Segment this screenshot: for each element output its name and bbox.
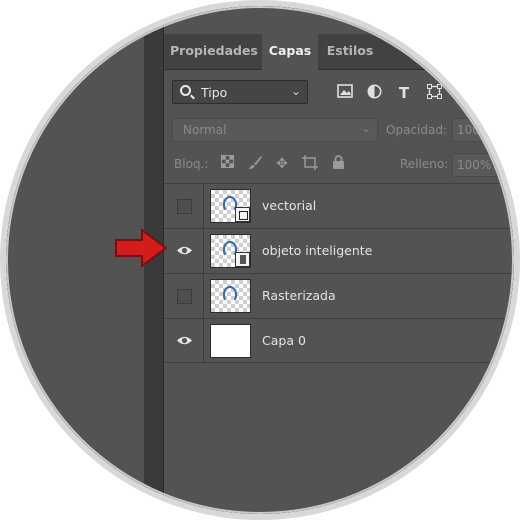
tab-propiedades[interactable]: Propiedades [170,34,258,70]
chevron-down-icon: ⌄ [290,84,301,98]
search-icon [180,85,191,96]
visibility-toggle[interactable] [164,274,204,318]
fill-value: 100% [457,158,492,172]
layer-list: vectorial objeto inteligente Rasterizada [164,183,514,363]
layer-row-objeto-inteligente[interactable]: objeto inteligente [164,228,514,273]
opacity-field[interactable]: 100 [452,118,514,142]
lock-brush-icon[interactable] [246,155,264,173]
layer-thumbnail [210,234,251,268]
layer-name: objeto inteligente [262,243,373,258]
layer-name: vectorial [262,198,317,213]
tab-estilos[interactable]: Estilos [324,34,376,70]
lock-label: Bloq.: [174,157,209,171]
shape-filter-icon[interactable] [425,84,443,102]
type-filter-icon[interactable]: T [395,84,413,102]
fill-label: Relleno: [400,157,449,171]
eye-icon [177,246,192,255]
red-arrow-annotation-icon [115,229,167,267]
layer-name: Rasterizada [262,288,336,303]
layer-row-capa-0[interactable]: Capa 0 [164,318,514,363]
chevron-down-icon: ⌄ [361,122,371,135]
tab-capas[interactable]: Capas [262,34,318,71]
smart-object-badge-icon [235,252,250,267]
lock-transparent-icon[interactable] [218,155,236,173]
eye-icon [177,336,192,345]
filter-kind-label: Tipo [201,85,228,100]
visibility-toggle[interactable] [164,229,204,273]
lock-all-icon[interactable] [329,155,347,173]
layer-row-vectorial[interactable]: vectorial [164,183,514,228]
image-filter-icon[interactable] [336,84,354,102]
blend-mode-value: Normal [183,123,227,137]
adjustment-filter-icon[interactable] [365,84,383,102]
opacity-value: 100 [457,123,480,137]
panel-tab-bar: Propiedades Capas Estilos [164,34,514,71]
layer-thumbnail [210,324,251,358]
blend-mode-select[interactable]: Normal ⌄ [172,118,378,142]
hidden-visibility-box [177,289,192,304]
lock-row: Bloq.: ✥ Relleno: 100% [164,149,514,179]
layer-name: Capa 0 [262,333,306,348]
hidden-visibility-box [177,199,192,214]
vector-badge-icon [235,207,250,222]
filter-kind-select[interactable]: Tipo ⌄ [172,80,308,104]
layers-panel: Propiedades Capas Estilos Tipo ⌄ T Norma… [164,6,514,514]
layer-filter-row: Tipo ⌄ T [164,74,514,112]
lock-artboard-icon[interactable] [301,155,319,173]
layer-row-rasterizada[interactable]: Rasterizada [164,273,514,318]
layer-thumbnail [210,189,251,223]
opacity-label: Opacidad: [386,123,447,137]
fill-field[interactable]: 100% [452,153,514,177]
blend-row: Normal ⌄ Opacidad: 100 [164,114,514,144]
zoom-circle: Propiedades Capas Estilos Tipo ⌄ T Norma… [0,0,520,520]
visibility-toggle[interactable] [164,319,204,363]
lock-move-icon[interactable]: ✥ [273,155,291,173]
visibility-toggle[interactable] [164,184,204,228]
layer-thumbnail [210,279,251,313]
